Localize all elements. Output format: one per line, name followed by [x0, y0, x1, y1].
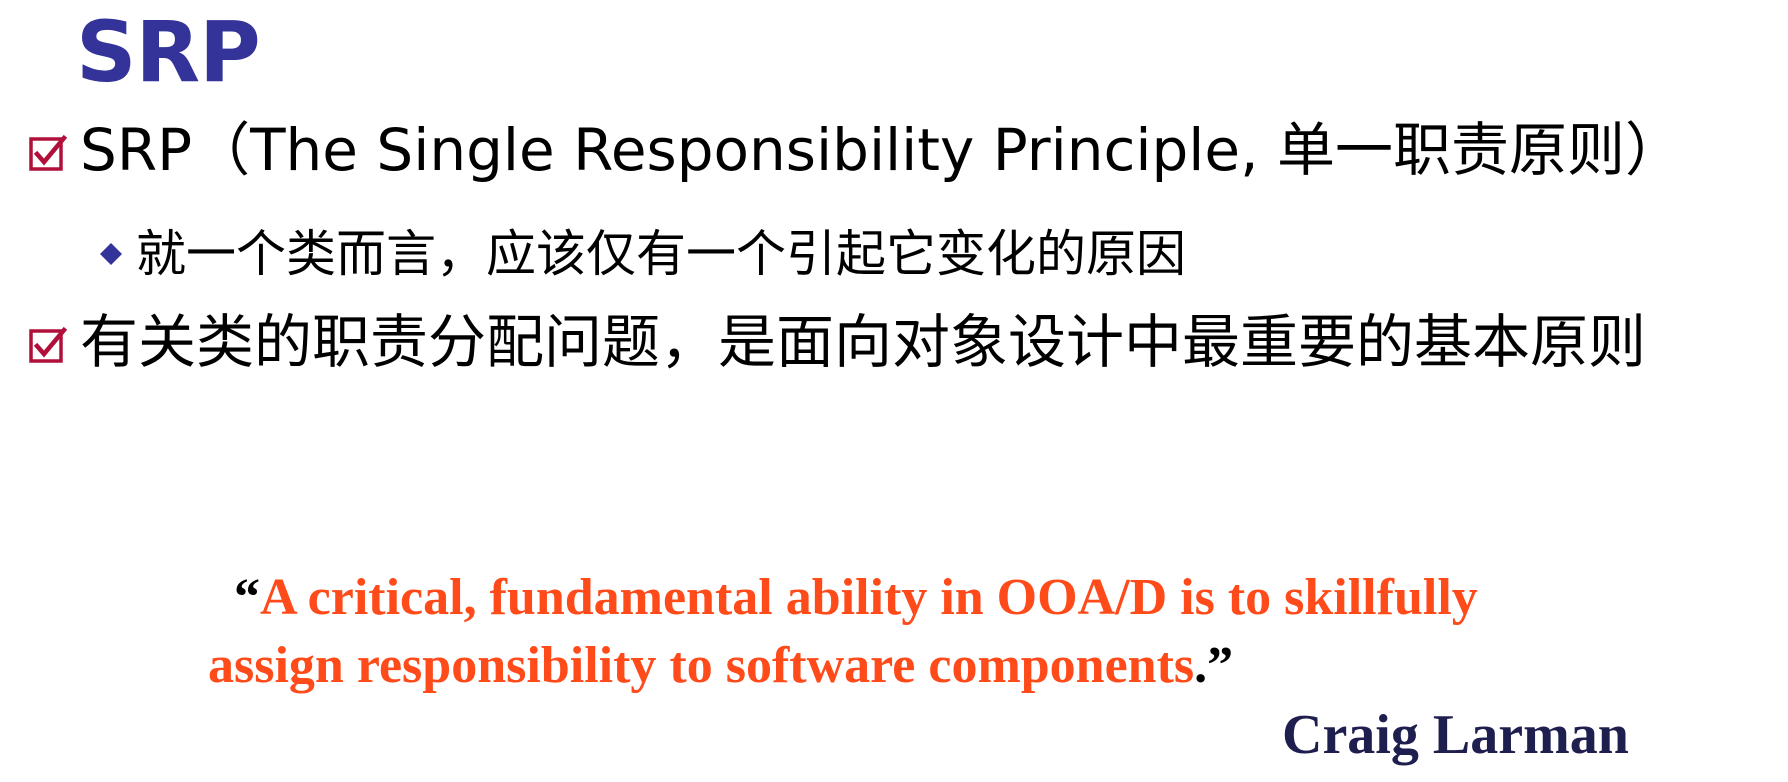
quote-period: .: [1194, 637, 1208, 694]
quote-line-2: assign responsibility to software compon…: [208, 632, 1628, 700]
bullet-text-2: 有关类的职责分配问题，是面向对象设计中最重要的基本原则: [80, 308, 1647, 376]
sub-bullet-text-1: 就一个类而言，应该仅有一个引起它变化的原因: [136, 225, 1186, 283]
quote-author: Craig Larman: [1282, 704, 1629, 766]
quote-text-1: A critical, fundamental ability in OOA/D…: [260, 569, 1478, 626]
checkbox-icon: [28, 326, 68, 366]
bullet-item-2: 有关类的职责分配问题，是面向对象设计中最重要的基本原则: [28, 306, 1750, 378]
checkbox-icon: [28, 134, 68, 174]
bullet-text-1: SRP（The Single Responsibility Principle,…: [80, 116, 1683, 184]
quote-close-mark: ”: [1207, 637, 1234, 694]
quote-open-mark: “: [234, 569, 260, 626]
sub-bullet-item-1: 就一个类而言，应该仅有一个引起它变化的原因: [100, 222, 1186, 286]
bullet-item-1: SRP（The Single Responsibility Principle,…: [28, 114, 1683, 186]
quote-line-1: “A critical, fundamental ability in OOA/…: [208, 564, 1628, 632]
slide-title: SRP: [76, 3, 261, 101]
quote-text-2: assign responsibility to software compon…: [208, 637, 1195, 694]
diamond-icon: [100, 243, 122, 265]
quote-block: “A critical, fundamental ability in OOA/…: [208, 564, 1628, 700]
